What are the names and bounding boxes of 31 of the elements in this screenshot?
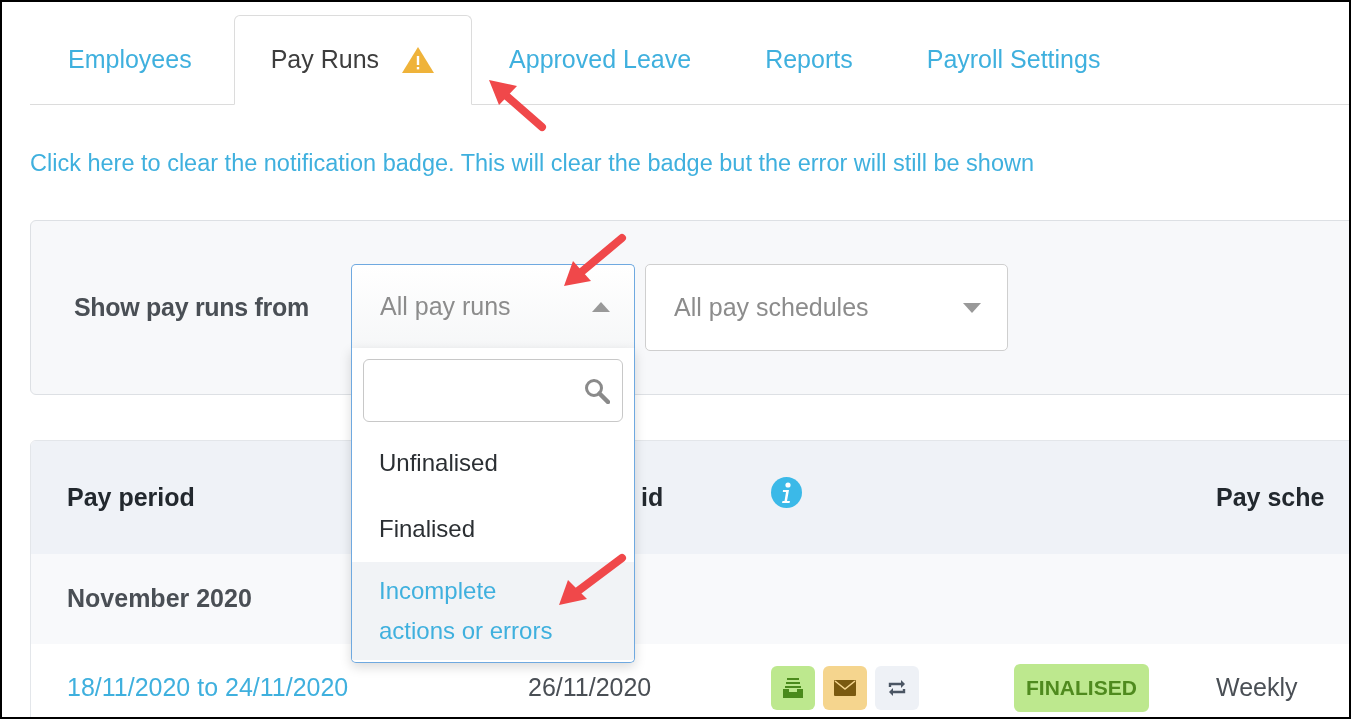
tab[interactable]: Employees (30, 15, 234, 105)
clear-notification-link[interactable]: Click here to clear the notification badge. This will clear the badge but the error will still be shown (30, 146, 1035, 182)
refresh-icon[interactable] (875, 666, 919, 710)
search-icon (584, 377, 610, 404)
dropdown-option[interactable]: Finalised (352, 496, 634, 562)
pay-period-link[interactable]: 18/11/2020 to 24/11/2020 (67, 673, 349, 702)
arrow-drawing (489, 80, 546, 131)
column-header: Pay sche (1216, 482, 1325, 511)
tray-icon[interactable] (771, 666, 815, 710)
tab[interactable]: Payroll Settings (889, 15, 1138, 105)
column-header: id (641, 482, 664, 511)
arrow-drawing (564, 234, 626, 286)
status-badge: FINALISED (1014, 664, 1149, 712)
column-header: Pay period (67, 482, 195, 511)
pay-schedule: Weekly (1216, 673, 1298, 702)
tab[interactable]: Pay Runs (233, 15, 473, 105)
group-title: November 2020 (67, 583, 252, 615)
date-paid: 26/11/2020 (528, 673, 652, 702)
pay-schedules-select[interactable]: All pay schedules (645, 264, 1008, 351)
filter-label: Show pay runs from (74, 291, 310, 323)
envelope-icon[interactable] (823, 666, 867, 710)
info-icon (771, 477, 802, 508)
dropdown-option[interactable]: Incomplete actions or errors (352, 562, 634, 660)
pay-runs-select[interactable]: All pay runs (351, 264, 635, 348)
dropdown-option[interactable]: Unfinalised (352, 430, 634, 496)
caret-icon (592, 301, 610, 312)
tab[interactable]: Reports (728, 15, 890, 105)
caret-icon (963, 302, 981, 313)
tab[interactable]: Approved Leave (472, 15, 729, 105)
arrow-drawing (559, 554, 626, 605)
search-field[interactable] (363, 359, 623, 422)
